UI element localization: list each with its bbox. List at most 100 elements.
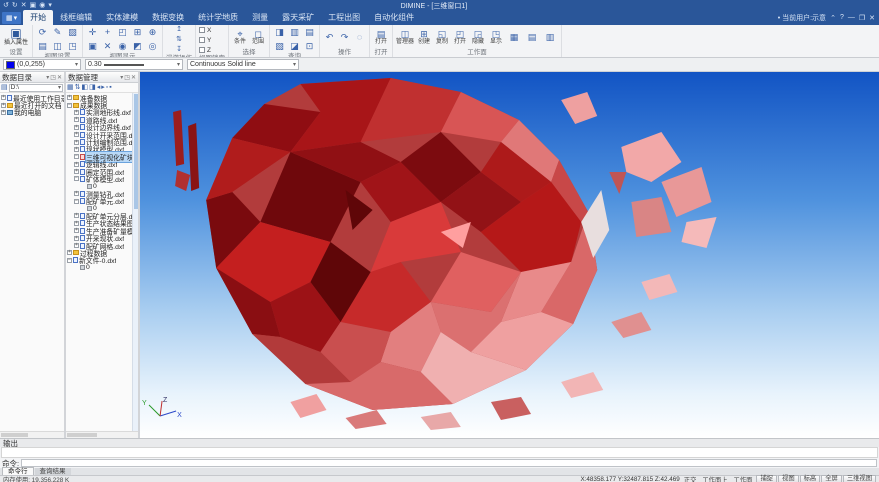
ribbon-button[interactable]: ◌ (353, 31, 366, 43)
ribbon-button[interactable]: ⊕ (146, 26, 159, 38)
ribbon-button[interactable]: ◨ (273, 26, 286, 38)
ribbon-button[interactable]: ◫管理器 (396, 29, 414, 46)
status-button[interactable]: 全屏 (821, 475, 842, 482)
axis-lock-x[interactable]: X (199, 26, 225, 34)
ribbon-button[interactable]: ✎ (51, 26, 64, 38)
ribbon-button[interactable]: ↧ (166, 46, 192, 54)
ribbon-button[interactable]: ◻范围 (250, 29, 266, 46)
float-panel-icon[interactable]: ◳ (50, 74, 56, 81)
panel-menu-icon[interactable]: ▾ (46, 74, 49, 81)
tree-item[interactable]: −新文件-0.dxf (66, 257, 132, 264)
ribbon-button[interactable]: ✛ (86, 26, 99, 38)
ribbon-button[interactable]: ⊞ (131, 26, 144, 38)
undo-icon[interactable]: ↺ (3, 1, 9, 11)
menu-tab[interactable]: 测量 (245, 10, 275, 25)
menu-tab[interactable]: 自动化组件 (367, 10, 421, 25)
tree-expander-icon[interactable]: + (74, 236, 79, 241)
viewport-3d[interactable]: X Y Z (140, 72, 879, 438)
ribbon-button[interactable]: ◩ (131, 40, 144, 52)
tree-expander-icon[interactable]: − (74, 176, 79, 181)
tree-expander-icon[interactable]: + (74, 191, 79, 196)
help-icon[interactable]: ? (840, 14, 844, 22)
ribbon-button[interactable]: ⟳ (36, 26, 49, 38)
save-icon[interactable]: ▣ (30, 1, 37, 11)
axis-lock-z[interactable]: Z (199, 46, 225, 54)
status-toggle[interactable]: 正交 (682, 475, 699, 482)
ribbon-button[interactable]: ◳显示 (488, 29, 504, 46)
prev-icon[interactable]: ◂ (97, 83, 101, 92)
scrollbar-thumb[interactable] (134, 94, 138, 209)
tree-expander-icon[interactable]: + (67, 95, 72, 100)
layers-icon[interactable]: ▦ (67, 83, 74, 92)
minimize-icon[interactable]: — (848, 14, 855, 22)
menu-tab[interactable]: 线框编辑 (53, 10, 99, 25)
app-menu-button[interactable]: ▦ ▾ (2, 12, 21, 24)
tree-expander-icon[interactable]: + (1, 110, 6, 115)
ribbon-button[interactable]: ◎ (146, 40, 159, 52)
ribbon-button[interactable]: ◰ (116, 26, 129, 38)
tree-expander-icon[interactable]: − (67, 103, 72, 108)
vertical-scrollbar[interactable] (132, 93, 138, 431)
status-button[interactable]: 标高 (800, 475, 821, 482)
ribbon-button[interactable]: ⊞创建 (416, 29, 432, 46)
close-panel-icon[interactable]: ✕ (131, 74, 136, 81)
delete-icon[interactable]: ✕ (21, 1, 27, 11)
ribbon-button[interactable]: ⌖条件 (232, 29, 248, 46)
folder-icon[interactable]: ▤ (1, 83, 8, 92)
record-icon[interactable]: ◉ (39, 1, 45, 11)
ribbon-button[interactable]: ▦ (506, 32, 522, 42)
ribbon-button[interactable]: ▨ (66, 26, 79, 38)
insert-attribute-button[interactable]: ▣插入属性 (3, 27, 29, 47)
ribbon-button[interactable]: ▤ (303, 26, 316, 38)
status-button[interactable]: 视图 (778, 475, 799, 482)
ribbon-button[interactable]: ◱复制 (434, 29, 450, 46)
close-icon[interactable]: ✕ (869, 14, 875, 22)
tree-expander-icon[interactable]: + (74, 228, 79, 233)
ribbon-button[interactable]: ▥ (288, 26, 301, 38)
tree-expander-icon[interactable]: + (74, 125, 79, 130)
ribbon-button[interactable]: ✕ (101, 40, 114, 52)
tree-expander-icon[interactable]: + (74, 162, 79, 167)
ribbon-button[interactable]: ▤打开 (373, 29, 389, 46)
tree-expander-icon[interactable]: + (74, 213, 79, 218)
status-button[interactable]: 三维视图 (843, 475, 876, 482)
ribbon-button[interactable]: ◳ (66, 40, 79, 52)
ribbon-button[interactable]: ◉ (116, 40, 129, 52)
menu-tab[interactable]: 数据变换 (145, 10, 191, 25)
horizontal-scrollbar[interactable] (0, 431, 64, 438)
ribbon-button[interactable]: ◫ (51, 40, 64, 52)
ribbon-button[interactable]: ▤ (524, 32, 540, 42)
line-width-select[interactable]: 0.30 ▾ (85, 59, 183, 70)
tree-expander-icon[interactable]: + (1, 95, 6, 100)
tree-expander-icon[interactable]: − (74, 154, 79, 159)
ribbon-button[interactable]: ⇅ (166, 36, 192, 44)
menu-tab[interactable]: 实体建模 (99, 10, 145, 25)
tree-expander-icon[interactable]: − (67, 258, 72, 263)
tree-item[interactable]: −矿体模型.dxf (66, 175, 132, 182)
collapse-ribbon-icon[interactable]: ⌃ (830, 14, 836, 22)
axis-lock-y[interactable]: Y (199, 36, 225, 44)
ribbon-button[interactable]: ◰打开 (452, 29, 468, 46)
scrollbar-thumb[interactable] (1, 433, 28, 437)
menu-tab[interactable]: 开始 (23, 10, 53, 25)
ribbon-button[interactable]: ▣ (86, 40, 99, 52)
ribbon-button[interactable]: ▤ (36, 40, 49, 52)
expand-all-icon[interactable]: ◨ (89, 83, 96, 92)
menu-tab[interactable]: 工程出图 (321, 10, 367, 25)
float-panel-icon[interactable]: ◳ (124, 74, 130, 81)
command-input[interactable] (21, 459, 877, 467)
collapse-all-icon[interactable]: ◧ (82, 83, 89, 92)
path-dropdown[interactable]: D:\ ▾ (9, 84, 63, 92)
ribbon-button[interactable]: ↥ (166, 26, 192, 34)
ribbon-button[interactable]: ◪ (288, 40, 301, 52)
new-file-icon[interactable]: ▫ (106, 83, 108, 92)
tree-expander-icon[interactable]: + (67, 250, 72, 255)
sort-icon[interactable]: ⇅ (75, 83, 81, 92)
tree-expander-icon[interactable]: + (1, 103, 6, 108)
status-button[interactable]: 捕捉 (756, 475, 777, 482)
close-panel-icon[interactable]: ✕ (57, 74, 62, 81)
redo-icon[interactable]: ↻ (12, 1, 18, 11)
tree-expander-icon[interactable]: − (74, 199, 79, 204)
status-toggle[interactable]: 工作面 (732, 475, 755, 482)
status-toggle[interactable]: 工作面上 (700, 475, 729, 482)
